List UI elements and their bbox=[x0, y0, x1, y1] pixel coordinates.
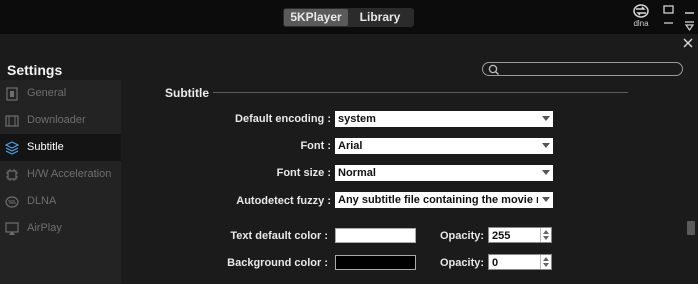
pin-button[interactable] bbox=[662, 19, 676, 31]
settings-title: Settings bbox=[7, 62, 63, 78]
chip-icon bbox=[6, 169, 18, 181]
default-encoding-label: Default encoding : bbox=[235, 113, 331, 125]
arrow-down-icon bbox=[543, 263, 549, 267]
layers-icon bbox=[5, 141, 19, 155]
section-divider bbox=[213, 92, 628, 93]
background-color-label: Background color : bbox=[227, 257, 328, 269]
text-color-label: Text default color : bbox=[230, 230, 328, 242]
section-title-subtitle: Subtitle bbox=[165, 86, 209, 100]
stepper-buttons[interactable] bbox=[540, 255, 551, 269]
font-select[interactable]: Arial bbox=[335, 138, 553, 154]
settings-sidebar: General Downloader Subtitle H/W Accelera… bbox=[0, 80, 121, 284]
background-opacity-stepper[interactable]: 0 bbox=[488, 254, 552, 270]
background-color-swatch[interactable] bbox=[335, 255, 416, 270]
default-encoding-select[interactable]: system bbox=[335, 111, 553, 127]
minimize-icon bbox=[663, 5, 674, 14]
search-input[interactable] bbox=[482, 62, 683, 76]
close-icon bbox=[683, 38, 693, 48]
sidebar-item-label: DLNA bbox=[27, 195, 57, 207]
dlna-icon bbox=[633, 4, 649, 18]
font-size-label: Font size : bbox=[276, 167, 331, 179]
sidebar-item-label: General bbox=[27, 87, 67, 99]
chevron-down-icon bbox=[542, 143, 550, 148]
general-icon bbox=[6, 87, 18, 101]
pin-icon bbox=[664, 22, 673, 24]
airplay-icon bbox=[5, 222, 19, 235]
text-opacity-value: 255 bbox=[492, 230, 511, 242]
text-opacity-label: Opacity: bbox=[440, 230, 485, 242]
view-switcher: 5KPlayer Library bbox=[283, 8, 414, 27]
chevron-down-icon bbox=[542, 116, 550, 121]
sidebar-item-hw-acceleration[interactable]: H/W Acceleration bbox=[0, 161, 121, 188]
dlna-label: dlna bbox=[633, 19, 649, 28]
sidebar-item-label: Downloader bbox=[27, 114, 86, 126]
search-icon bbox=[488, 64, 499, 75]
sidebar-item-airplay[interactable]: AirPlay bbox=[0, 215, 121, 242]
scrollbar-thumb[interactable] bbox=[687, 221, 695, 235]
sidebar-item-label: AirPlay bbox=[27, 222, 62, 234]
stepper-buttons[interactable] bbox=[540, 228, 551, 242]
dlna-icon bbox=[5, 196, 19, 208]
arrow-down-icon bbox=[543, 236, 549, 240]
chevron-down-icon bbox=[542, 197, 550, 202]
maximize-icon bbox=[685, 12, 694, 14]
tab-5kplayer[interactable]: 5KPlayer bbox=[284, 9, 348, 26]
film-icon bbox=[5, 115, 19, 127]
sidebar-item-general[interactable]: General bbox=[0, 80, 121, 107]
font-label: Font : bbox=[300, 140, 331, 152]
maximize-button[interactable] bbox=[683, 3, 697, 15]
background-opacity-label: Opacity: bbox=[440, 257, 485, 269]
sidebar-item-subtitle[interactable]: Subtitle bbox=[0, 134, 121, 161]
text-opacity-stepper[interactable]: 255 bbox=[488, 227, 552, 243]
sidebar-item-label: H/W Acceleration bbox=[27, 168, 112, 180]
dlna-button[interactable]: dlna bbox=[628, 4, 654, 32]
triangle-down-icon bbox=[684, 21, 695, 32]
tab-library[interactable]: Library bbox=[348, 9, 412, 26]
sidebar-item-downloader[interactable]: Downloader bbox=[0, 107, 121, 134]
arrow-up-icon bbox=[543, 257, 549, 261]
sidebar-item-label: Subtitle bbox=[27, 141, 64, 153]
chevron-down-icon bbox=[542, 170, 550, 175]
default-encoding-value: system bbox=[338, 113, 376, 125]
font-size-value: Normal bbox=[338, 167, 376, 179]
title-bar: 5KPlayer Library dlna bbox=[0, 0, 698, 34]
font-value: Arial bbox=[338, 140, 363, 152]
text-color-swatch[interactable] bbox=[335, 228, 416, 243]
minimize-button[interactable] bbox=[662, 3, 676, 15]
autodetect-label: Autodetect fuzzy : bbox=[236, 195, 331, 207]
collapse-button[interactable] bbox=[683, 19, 697, 32]
autodetect-value: Any subtitle file containing the movie n… bbox=[338, 194, 538, 206]
background-opacity-value: 0 bbox=[492, 257, 499, 269]
close-button[interactable] bbox=[682, 36, 694, 48]
arrow-up-icon bbox=[543, 230, 549, 234]
font-size-select[interactable]: Normal bbox=[335, 165, 553, 181]
autodetect-select[interactable]: Any subtitle file containing the movie n… bbox=[335, 192, 553, 208]
sidebar-item-dlna[interactable]: DLNA bbox=[0, 188, 121, 215]
